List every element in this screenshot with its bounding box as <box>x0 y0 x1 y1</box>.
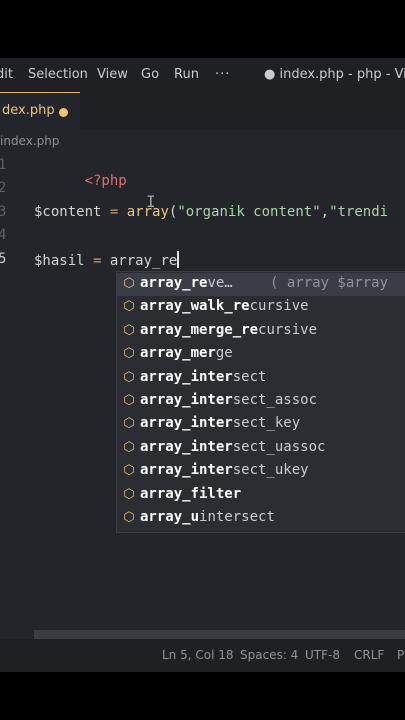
line-number: 3 <box>0 204 7 220</box>
encoding-setting[interactable]: UTF-8 <box>305 648 340 662</box>
autocomplete-widget: ⬡ array_reve… ( array $array ⬡ array_walk_re… <box>116 271 405 533</box>
line-number: 4 <box>0 227 7 243</box>
line-number-active: 5 <box>0 251 7 267</box>
suggestion-item[interactable]: ⬡ array_intersect_key <box>117 413 405 436</box>
menu-view[interactable]: View <box>97 67 128 82</box>
cube-icon: ⬡ <box>123 416 135 432</box>
cube-icon: ⬡ <box>123 346 135 362</box>
tab-bar: dex.php <box>0 92 405 130</box>
suggestion-match: array_walk_re <box>140 298 250 315</box>
window-title: ● index.php - php - Visual <box>264 67 405 82</box>
suggestion-match: array_re <box>140 275 208 291</box>
suggestion-label: array_reve… <box>140 275 233 291</box>
indentation-setting[interactable]: Spaces: 4 <box>240 648 298 662</box>
cube-icon: ⬡ <box>123 369 135 385</box>
suggestion-match: array_inter <box>140 415 233 432</box>
cube-icon: ⬡ <box>123 439 135 455</box>
suggestion-rest: sect_key <box>232 415 301 432</box>
suggestion-label: array_uintersect <box>140 509 275 525</box>
line-number: 2 <box>0 180 7 196</box>
suggestion-label: array_intersect_assoc <box>140 392 317 408</box>
variable-token: $hasil <box>34 253 85 269</box>
language-mode[interactable]: P <box>397 648 404 662</box>
tab-index-php[interactable]: dex.php <box>0 92 80 130</box>
variable-token: $content <box>34 204 102 220</box>
string-token: "trendi <box>329 204 389 220</box>
cube-icon: ⬡ <box>123 393 135 408</box>
menu-more-icon[interactable]: ··· <box>215 67 230 82</box>
suggestion-item[interactable]: ⬡ array_merge <box>117 343 405 366</box>
suggestion-label: array_intersect_key <box>140 415 300 431</box>
string-token: "organik content" <box>177 204 321 220</box>
php-open-tag: <?php <box>84 173 127 189</box>
suggestion-label: array_merge_recursive <box>140 322 317 338</box>
operator-token: = <box>101 204 127 220</box>
suggestion-match: array_mer <box>140 345 216 362</box>
code-line-1[interactable]: <?php <box>34 157 127 205</box>
menu-go[interactable]: Go <box>141 67 159 82</box>
tab-label: dex.php <box>2 103 55 118</box>
menu-edit[interactable]: dit <box>0 67 13 82</box>
suggestion-detail: ( array $array <box>270 275 389 291</box>
suggestion-label: array_intersect <box>140 369 266 385</box>
suggestion-label: array_merge <box>140 345 233 361</box>
editor-window: dit Selection View Go Run ··· ● index.ph… <box>0 58 405 672</box>
suggestion-rest: sect <box>232 368 267 385</box>
suggestion-item[interactable]: ⬡ array_intersect <box>117 367 405 390</box>
suggestion-item[interactable]: ⬡ array_intersect_ukey <box>117 460 405 483</box>
suggestion-rest: ge <box>215 345 233 362</box>
suggestion-item[interactable]: ⬡ array_walk_recursive <box>117 296 405 319</box>
text-cursor <box>177 251 179 268</box>
cube-icon: ⬡ <box>123 299 135 315</box>
line-number: 1 <box>0 157 7 173</box>
operator-token: = <box>84 253 110 269</box>
suggestion-match: array_filter <box>140 485 242 502</box>
menu-selection[interactable]: Selection <box>28 67 88 82</box>
comma-token: , <box>320 204 330 220</box>
cube-icon: ⬡ <box>123 463 135 479</box>
suggestion-rest: sect_ukey <box>232 462 309 479</box>
cube-icon: ⬡ <box>123 510 135 525</box>
suggestion-rest: ve… <box>207 275 233 291</box>
suggestion-label: array_walk_recursive <box>140 298 309 314</box>
suggestion-label: array_intersect_uassoc <box>140 439 325 455</box>
typed-text: array_re <box>109 253 178 269</box>
suggestion-match: array_inter <box>140 462 233 479</box>
suggestion-match: array_inter <box>140 368 233 385</box>
suggestion-item[interactable]: ⬡ array_reve… ( array $array <box>117 273 405 297</box>
menu-bar: dit Selection View Go Run ··· ● index.ph… <box>0 58 405 92</box>
suggestion-item[interactable]: ⬡ array_intersect_uassoc <box>117 437 405 460</box>
suggestion-match: array_inter <box>140 392 233 408</box>
suggestion-label: array_filter <box>140 486 241 502</box>
eol-setting[interactable]: CRLF <box>354 648 384 662</box>
code-line-3[interactable]: $content = array("organik content","tren… <box>34 204 388 220</box>
code-line-5[interactable]: $hasil = array_re <box>34 251 179 269</box>
status-bar: Ln 5, Col 18 Spaces: 4 UTF-8 CRLF P <box>0 639 405 672</box>
cursor-position[interactable]: Ln 5, Col 18 <box>162 648 234 662</box>
cube-icon: ⬡ <box>123 276 135 291</box>
suggestion-match: array_u <box>140 509 200 525</box>
suggestion-rest: intersect <box>199 509 275 525</box>
suggestion-match: array_merge_re <box>140 321 259 338</box>
suggestion-rest: cursive <box>258 321 318 338</box>
breadcrumb[interactable]: index.php <box>0 134 59 148</box>
suggestion-match: array_inter <box>140 438 233 455</box>
suggestion-item[interactable]: ⬡ array_filter <box>117 484 405 507</box>
cube-icon: ⬡ <box>123 322 135 338</box>
suggestion-rest: sect_assoc <box>232 392 318 408</box>
horizontal-scrollbar[interactable] <box>34 630 405 639</box>
suggestion-label: array_intersect_ukey <box>140 462 309 478</box>
menu-run[interactable]: Run <box>174 67 199 82</box>
suggestion-rest: sect_uassoc <box>232 438 326 455</box>
unsaved-dot-icon[interactable] <box>59 108 68 117</box>
suggestion-rest: cursive <box>249 298 309 315</box>
suggestion-item[interactable]: ⬡ array_intersect_assoc <box>117 390 405 413</box>
cube-icon: ⬡ <box>123 486 135 502</box>
suggestion-item[interactable]: ⬡ array_uintersect <box>117 507 405 530</box>
mouse-ibeam-icon: I <box>146 192 156 211</box>
suggestion-item[interactable]: ⬡ array_merge_recursive <box>117 320 405 343</box>
